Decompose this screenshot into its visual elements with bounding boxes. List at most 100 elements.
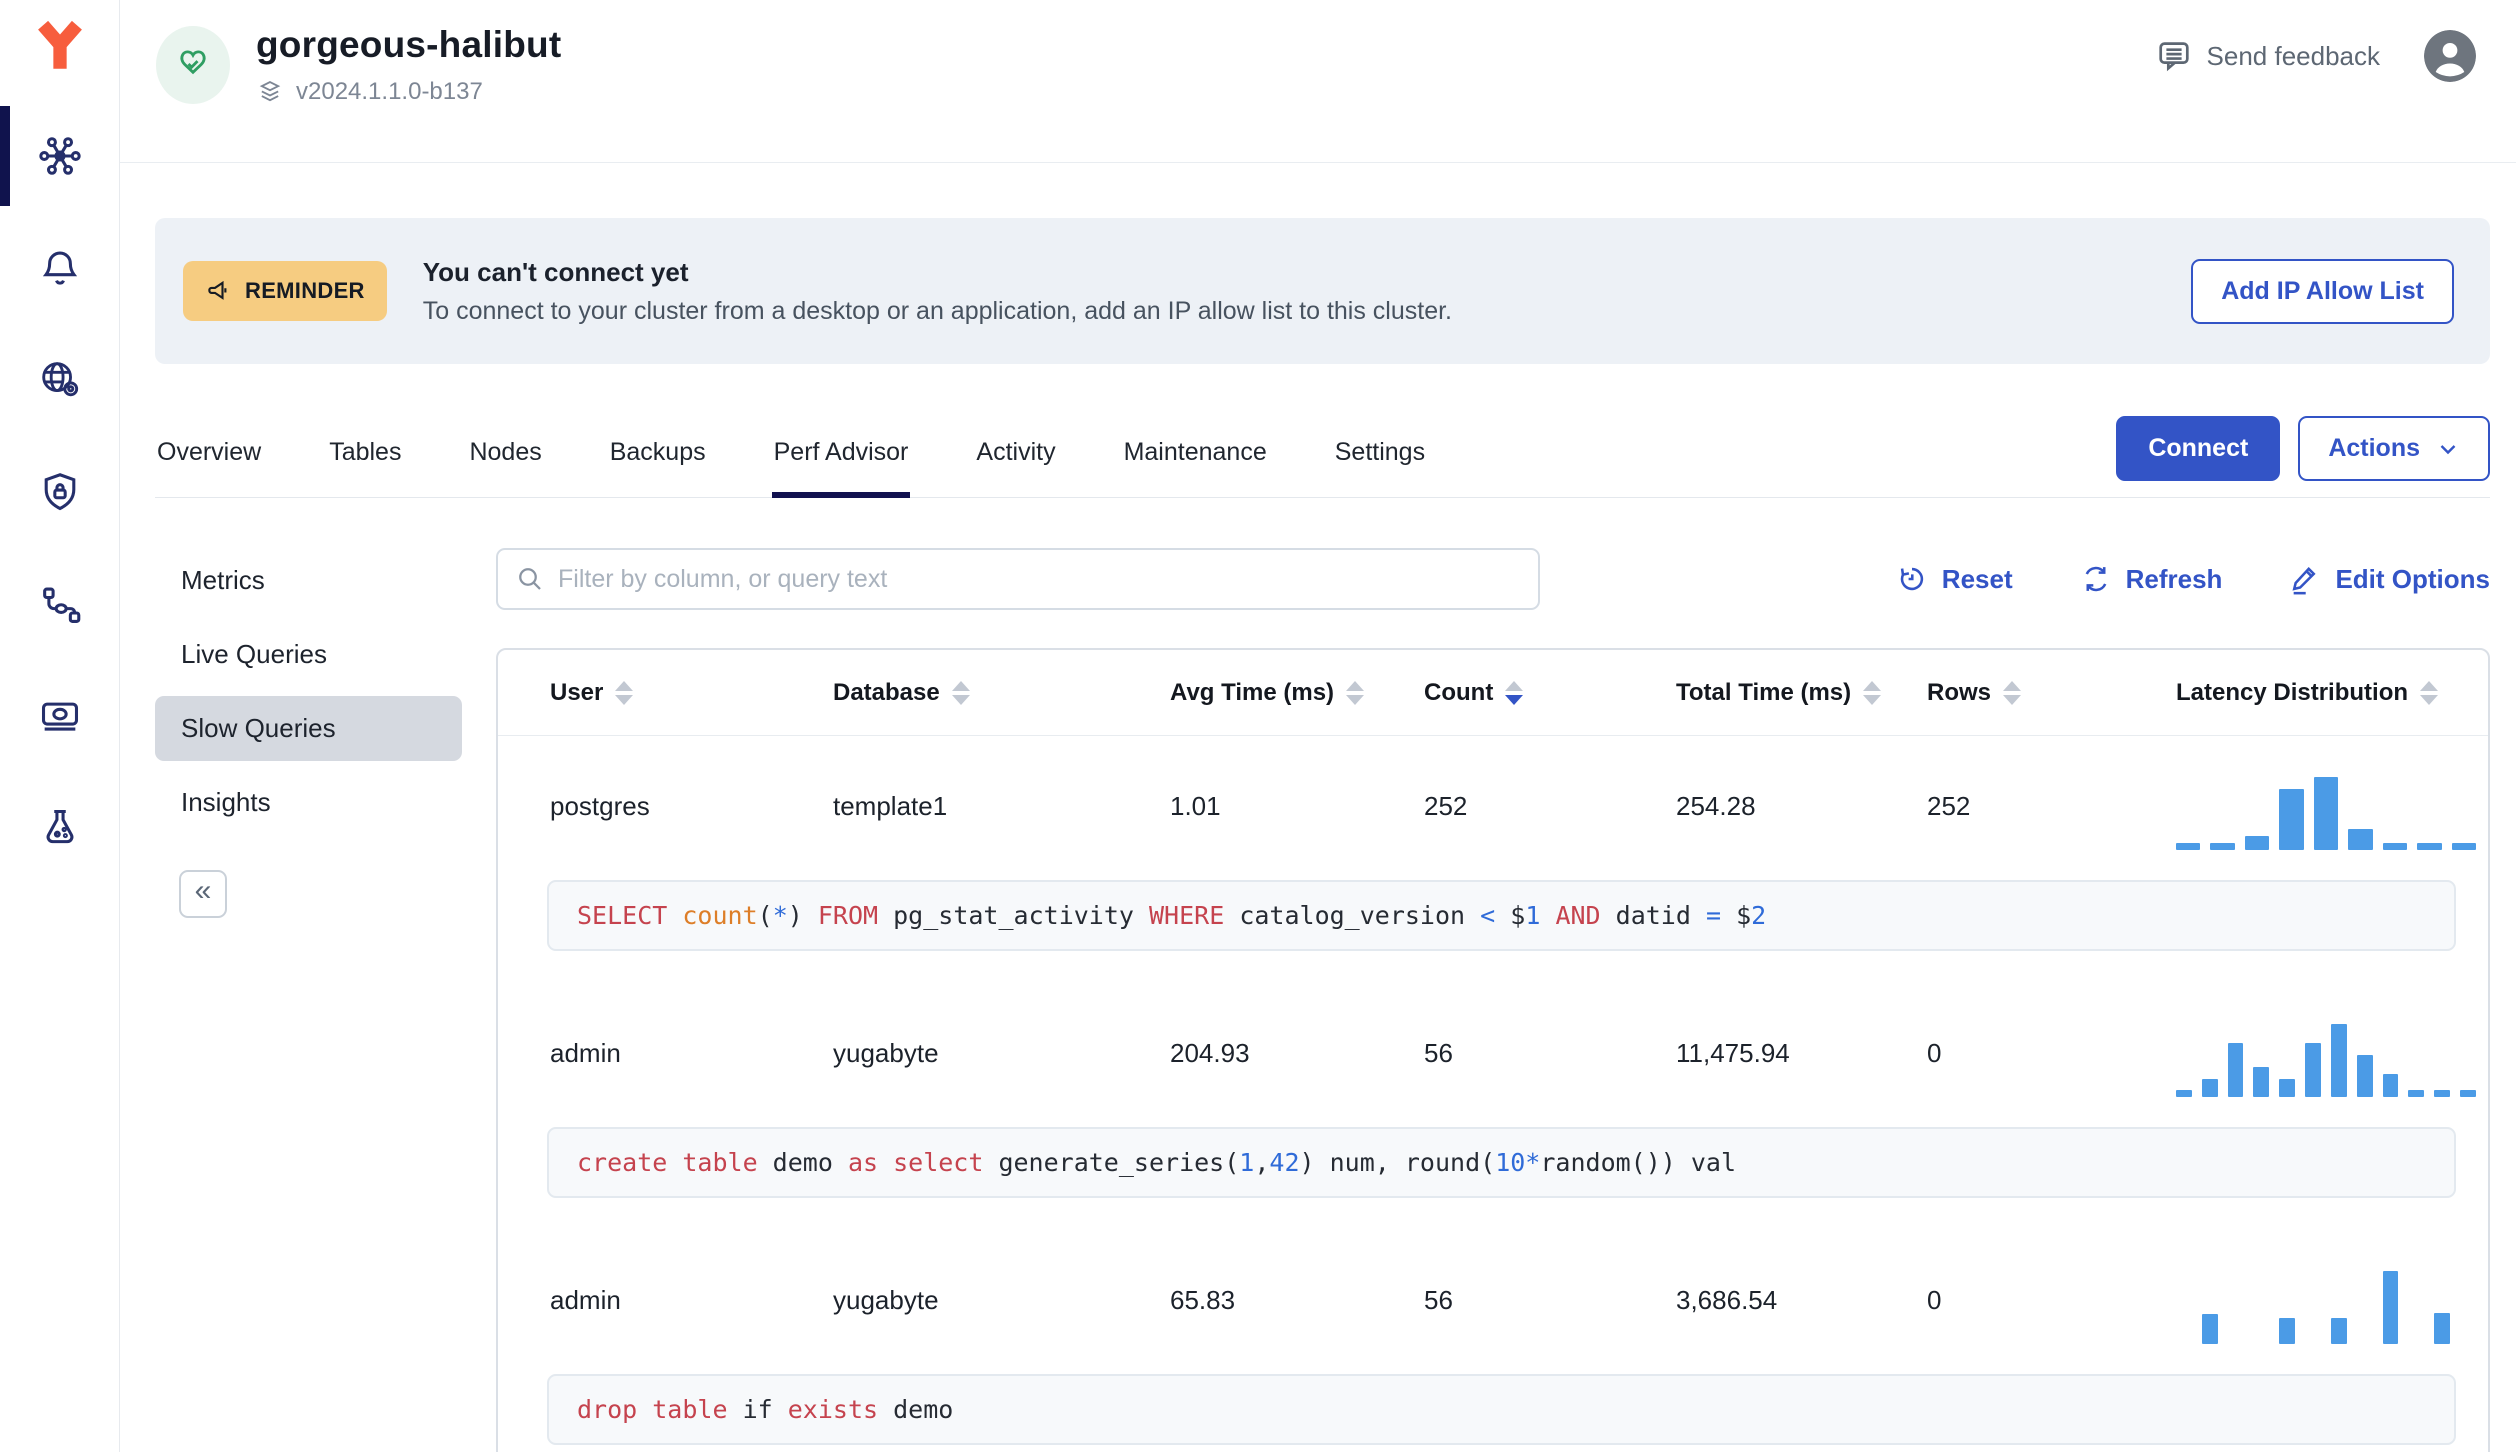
page-title: gorgeous-halibut xyxy=(256,24,562,65)
table-row[interactable]: postgres template1 1.01 252 254.28 252 xyxy=(498,736,2488,876)
app-sidebar xyxy=(0,0,120,1452)
shield-lock-icon xyxy=(37,469,83,515)
reminder-badge: REMINDER xyxy=(183,261,387,321)
send-feedback-button[interactable]: Send feedback xyxy=(2155,37,2380,75)
cell-user: admin xyxy=(550,1037,621,1068)
header-divider xyxy=(120,162,2516,163)
cell-count: 252 xyxy=(1424,790,1468,821)
column-header-total-time[interactable]: Total Time (ms) xyxy=(1676,679,1927,707)
sidebar-icon-nav xyxy=(0,106,119,864)
sidebar-item-clusters[interactable] xyxy=(0,106,119,206)
cell-database: yugabyte xyxy=(833,1284,939,1315)
column-header-database[interactable]: Database xyxy=(833,679,1170,707)
cell-user: admin xyxy=(550,1284,621,1315)
cell-total-time: 3,686.54 xyxy=(1676,1284,1778,1315)
globe-gear-icon xyxy=(37,357,83,403)
table-row[interactable]: admin yugabyte 65.83 56 3,686.54 0 xyxy=(498,1230,2488,1370)
perf-subnav: Metrics Live Queries Slow Queries Insigh… xyxy=(155,548,462,1452)
tab-nodes[interactable]: Nodes xyxy=(467,428,543,497)
version-label: v2024.1.1.0-b137 xyxy=(296,78,483,105)
history-icon xyxy=(1895,562,1929,596)
cluster-tabs-row: Overview Tables Nodes Backups Perf Advis… xyxy=(155,416,2490,498)
billing-icon xyxy=(37,693,83,739)
sort-icon xyxy=(1346,680,1365,705)
sort-icon xyxy=(2003,680,2022,705)
add-ip-allow-list-button[interactable]: Add IP Allow List xyxy=(2191,258,2454,324)
slow-queries-toolbar: Reset Refresh xyxy=(496,548,2490,610)
subnav-item-metrics[interactable]: Metrics xyxy=(155,548,462,613)
sort-icon xyxy=(951,680,970,705)
sidebar-item-security[interactable] xyxy=(0,456,119,528)
cell-avg-time: 65.83 xyxy=(1170,1284,1236,1315)
edit-options-label: Edit Options xyxy=(2335,563,2490,594)
column-header-count[interactable]: Count xyxy=(1424,679,1676,707)
banner-body: To connect to your cluster from a deskto… xyxy=(422,296,1452,325)
query-text: drop table if exists demo xyxy=(547,1374,2456,1445)
column-header-avg-time[interactable]: Avg Time (ms) xyxy=(1170,679,1424,707)
tab-perf-advisor[interactable]: Perf Advisor xyxy=(771,428,911,498)
filter-input[interactable] xyxy=(496,548,1540,610)
cell-rows: 0 xyxy=(1927,1037,1942,1068)
latency-histogram xyxy=(2176,1021,2476,1097)
banner-title: You can't connect yet xyxy=(422,256,689,287)
sort-icon xyxy=(2420,680,2439,705)
tab-maintenance[interactable]: Maintenance xyxy=(1122,428,1269,497)
connect-button[interactable]: Connect xyxy=(2116,416,2281,481)
sort-icon-descending xyxy=(1505,680,1524,705)
main-area: gorgeous-halibut v2024.1.1.0-b137 Send f… xyxy=(120,0,2516,1452)
sidebar-item-integrations[interactable] xyxy=(0,568,119,640)
table-row[interactable]: admin yugabyte 204.93 56 11,475.94 0 xyxy=(498,983,2488,1123)
pencil-icon xyxy=(2288,562,2322,596)
table-header-row: User Database Avg Time (ms) Count Total … xyxy=(498,650,2488,736)
subnav-item-insights[interactable]: Insights xyxy=(155,770,462,835)
perf-advisor-content: Metrics Live Queries Slow Queries Insigh… xyxy=(120,498,2516,1452)
reminder-banner: REMINDER You can't connect yet To connec… xyxy=(155,218,2490,364)
cell-total-time: 11,475.94 xyxy=(1676,1037,1790,1068)
column-header-rows[interactable]: Rows xyxy=(1927,679,2176,707)
refresh-label: Refresh xyxy=(2125,563,2223,594)
tab-tables[interactable]: Tables xyxy=(327,428,403,497)
megaphone-icon xyxy=(205,276,235,306)
sidebar-item-billing[interactable] xyxy=(0,680,119,752)
clusters-icon xyxy=(37,133,83,179)
feedback-label: Send feedback xyxy=(2206,40,2380,71)
flow-icon xyxy=(37,581,83,627)
sidebar-item-network[interactable] xyxy=(0,344,119,416)
cluster-header: gorgeous-halibut v2024.1.1.0-b137 Send f… xyxy=(120,0,2516,162)
actions-button[interactable]: Actions xyxy=(2298,416,2490,481)
refresh-button[interactable]: Refresh xyxy=(2079,562,2223,596)
edit-options-button[interactable]: Edit Options xyxy=(2288,562,2490,596)
sidebar-item-labs[interactable] xyxy=(0,792,119,864)
sort-icon xyxy=(615,680,634,705)
active-indicator xyxy=(0,106,10,206)
cluster-tabs: Overview Tables Nodes Backups Perf Advis… xyxy=(155,428,1427,498)
chevron-down-icon xyxy=(2436,437,2460,461)
tab-settings[interactable]: Settings xyxy=(1333,428,1427,497)
flask-icon xyxy=(37,805,83,851)
reminder-badge-label: REMINDER xyxy=(245,278,365,303)
tab-backups[interactable]: Backups xyxy=(608,428,708,497)
reset-button[interactable]: Reset xyxy=(1895,562,2013,596)
user-avatar[interactable] xyxy=(2424,30,2476,82)
cell-count: 56 xyxy=(1424,1037,1453,1068)
column-header-user[interactable]: User xyxy=(550,679,833,707)
cell-avg-time: 1.01 xyxy=(1170,790,1221,821)
subnav-item-live-queries[interactable]: Live Queries xyxy=(155,622,462,687)
cell-rows: 0 xyxy=(1927,1284,1942,1315)
tab-activity[interactable]: Activity xyxy=(974,428,1057,497)
cell-user: postgres xyxy=(550,790,650,821)
reset-label: Reset xyxy=(1941,563,2013,594)
cell-count: 56 xyxy=(1424,1284,1453,1315)
query-text: create table demo as select generate_ser… xyxy=(547,1127,2456,1198)
collapse-sidebar-button[interactable]: « xyxy=(179,870,227,918)
subnav-item-slow-queries[interactable]: Slow Queries xyxy=(155,696,462,761)
yugabyte-logo[interactable] xyxy=(31,18,89,76)
cell-avg-time: 204.93 xyxy=(1170,1037,1250,1068)
layers-icon xyxy=(256,78,284,106)
latency-histogram xyxy=(2176,1268,2476,1344)
sidebar-item-alerts[interactable] xyxy=(0,232,119,304)
tab-overview[interactable]: Overview xyxy=(155,428,263,497)
column-header-latency-distribution[interactable]: Latency Distribution xyxy=(2176,679,2478,707)
cell-rows: 252 xyxy=(1927,790,1971,821)
sort-icon xyxy=(1863,680,1882,705)
